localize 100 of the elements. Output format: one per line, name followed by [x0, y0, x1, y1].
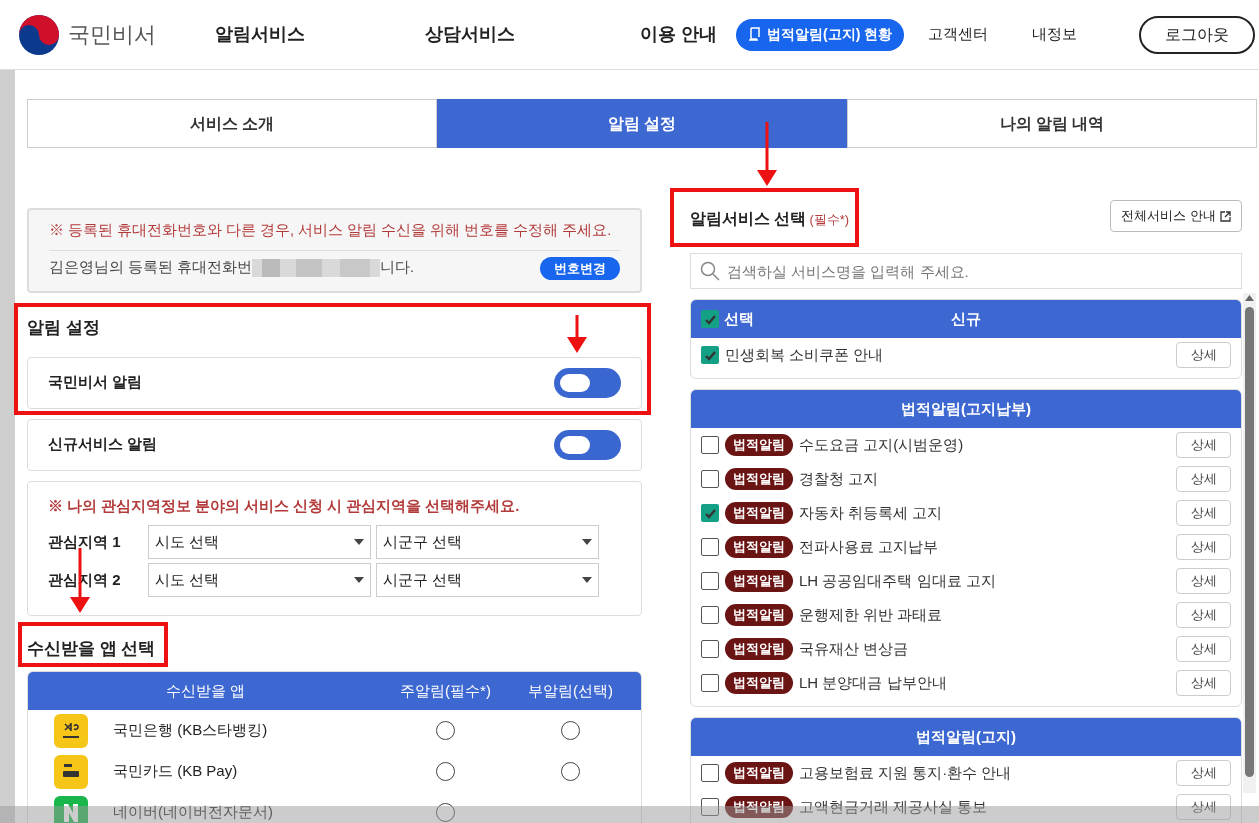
radio-button[interactable]	[561, 762, 580, 781]
checkbox[interactable]	[701, 436, 719, 454]
nav-link[interactable]: 내정보	[1032, 23, 1078, 46]
detail-button[interactable]: 상세	[1176, 636, 1231, 662]
detail-button[interactable]: 상세	[1176, 466, 1231, 492]
toggle-label: 신규서비스 알림	[48, 434, 158, 455]
app-name: 국민카드 (KB Pay)	[113, 761, 239, 782]
scrollbar-thumb[interactable]	[1245, 307, 1254, 777]
checkbox[interactable]	[701, 674, 719, 692]
detail-button[interactable]: 상세	[1176, 760, 1231, 786]
radio-button[interactable]	[561, 721, 580, 740]
legal-notice-badge: 법적알림	[725, 604, 793, 626]
service-name: 운행제한 위반 과태료	[799, 604, 943, 625]
checkbox[interactable]	[701, 798, 719, 816]
group-title: 법적알림(고지납부)	[901, 398, 1031, 419]
checkbox[interactable]	[701, 572, 719, 590]
nav-link[interactable]: 상담서비스	[425, 21, 640, 48]
detail-button[interactable]: 상세	[1176, 534, 1231, 560]
service-name: LH 공공임대주택 임대료 고지	[799, 570, 996, 591]
document-icon	[748, 27, 762, 42]
column-header: 주알림(필수*)	[399, 680, 492, 701]
region-label: 관심지역 1	[48, 532, 122, 552]
service-name: 국유재산 변상금	[799, 638, 909, 659]
legal-notice-badge: 법적알림	[725, 762, 793, 784]
nav-link[interactable]: 알림서비스	[215, 21, 425, 48]
change-number-button[interactable]: 번호변경	[540, 256, 620, 280]
external-link-icon	[1220, 210, 1231, 222]
checkbox[interactable]	[701, 504, 719, 522]
checkbox[interactable]	[701, 606, 719, 624]
checkbox[interactable]	[701, 470, 719, 488]
nav-link[interactable]: 이용 안내	[640, 21, 736, 48]
checkbox[interactable]	[701, 764, 719, 782]
search-icon	[700, 261, 720, 281]
caret-icon	[582, 539, 592, 546]
toggle-switch[interactable]	[554, 429, 621, 460]
logo-icon	[18, 13, 60, 56]
phone-notice-text: 니다.	[380, 258, 415, 278]
section-title: 알림서비스 선택	[690, 209, 807, 229]
dropdown[interactable]: 시도 선택	[148, 525, 371, 560]
radio-button[interactable]	[436, 762, 455, 781]
required-mark: (필수*)	[809, 211, 850, 229]
column-header: 부알림(선택)	[527, 680, 614, 701]
caret-icon	[354, 539, 364, 546]
phone-notice-text: 김은영님의 등록된 휴대전화번	[49, 258, 253, 278]
caret-icon	[354, 577, 364, 584]
checkbox[interactable]	[701, 538, 719, 556]
legal-notice-badge: 법적알림	[725, 468, 793, 490]
checkbox[interactable]	[701, 310, 719, 328]
column-header: 수신받을 앱	[164, 680, 247, 701]
tab[interactable]: 알림 설정	[437, 99, 847, 148]
dropdown[interactable]: 시도 선택	[148, 563, 371, 598]
legal-notice-badge: 법적알림	[725, 502, 793, 524]
legal-notice-badge: 법적알림	[725, 536, 793, 558]
service-name: 경찰청 고지	[799, 468, 879, 489]
tab[interactable]: 서비스 소개	[27, 99, 437, 148]
dropdown[interactable]: 시군구 선택	[376, 563, 599, 598]
scroll-up-icon	[1245, 295, 1254, 301]
detail-button[interactable]: 상세	[1176, 432, 1231, 458]
radio-button[interactable]	[436, 721, 455, 740]
status-button[interactable]: 법적알림(고지) 현황	[736, 18, 905, 51]
annotation-arrow	[567, 315, 587, 353]
annotation-arrow	[757, 122, 777, 186]
logout-button[interactable]: 로그아웃	[1139, 15, 1255, 54]
app-name: 네이버(네이버전자문서)	[113, 802, 274, 823]
checkbox[interactable]	[701, 346, 719, 364]
service-name: 전파사용료 고지납부	[799, 536, 939, 557]
section-title: 알림 설정	[27, 317, 100, 339]
service-name: 자동차 취등록세 고지	[799, 502, 943, 523]
detail-button[interactable]: 상세	[1176, 670, 1231, 696]
legal-notice-badge: 법적알림	[725, 638, 793, 660]
radio-button[interactable]	[436, 803, 455, 822]
warning-text: ※ 나의 관심지역정보 분야의 서비스 신청 시 관심지역을 선택해주세요.	[48, 496, 521, 516]
dropdown[interactable]: 시군구 선택	[376, 525, 599, 560]
detail-button[interactable]: 상세	[1176, 342, 1231, 368]
tab[interactable]: 나의 알림 내역	[847, 99, 1257, 148]
service-name: 민생회복 소비쿠폰 안내	[725, 344, 884, 365]
caret-icon	[582, 577, 592, 584]
search-field[interactable]: 검색하실 서비스명을 입력해 주세요.	[690, 253, 1242, 289]
service-name: 고액현금거래 제공사실 통보	[799, 796, 988, 817]
service-guide-button[interactable]: 전체서비스 안내	[1110, 200, 1242, 232]
toggle-label: 국민비서 알림	[48, 372, 143, 393]
bank-app-icon	[53, 713, 88, 748]
service-name: 고용보험료 지원 통지·환수 안내	[799, 762, 1012, 783]
legal-notice-badge: 법적알림	[725, 434, 793, 456]
logo-text: 국민비서	[68, 21, 156, 49]
warning-text: ※ 등록된 휴대전화번호와 다른 경우, 서비스 알림 수신을 위해 번호를 수정해 주세요.	[49, 220, 620, 251]
legal-notice-badge: 법적알림	[725, 672, 793, 694]
section-title: 수신받을 앱 선택	[27, 637, 156, 660]
service-name: 수도요금 고지(시범운영)	[799, 434, 964, 455]
toggle-switch[interactable]	[554, 367, 621, 398]
pay-app-icon	[53, 754, 88, 789]
detail-button[interactable]: 상세	[1176, 500, 1231, 526]
checkbox[interactable]	[701, 640, 719, 658]
detail-button[interactable]: 상세	[1176, 568, 1231, 594]
service-name: LH 분양대금 납부안내	[799, 672, 947, 693]
group-title: 법적알림(고지)	[916, 726, 1016, 747]
legal-notice-badge: 법적알림	[725, 570, 793, 592]
select-all-label: 선택	[724, 308, 754, 329]
detail-button[interactable]: 상세	[1176, 602, 1231, 628]
nav-link[interactable]: 고객센터	[928, 23, 989, 46]
